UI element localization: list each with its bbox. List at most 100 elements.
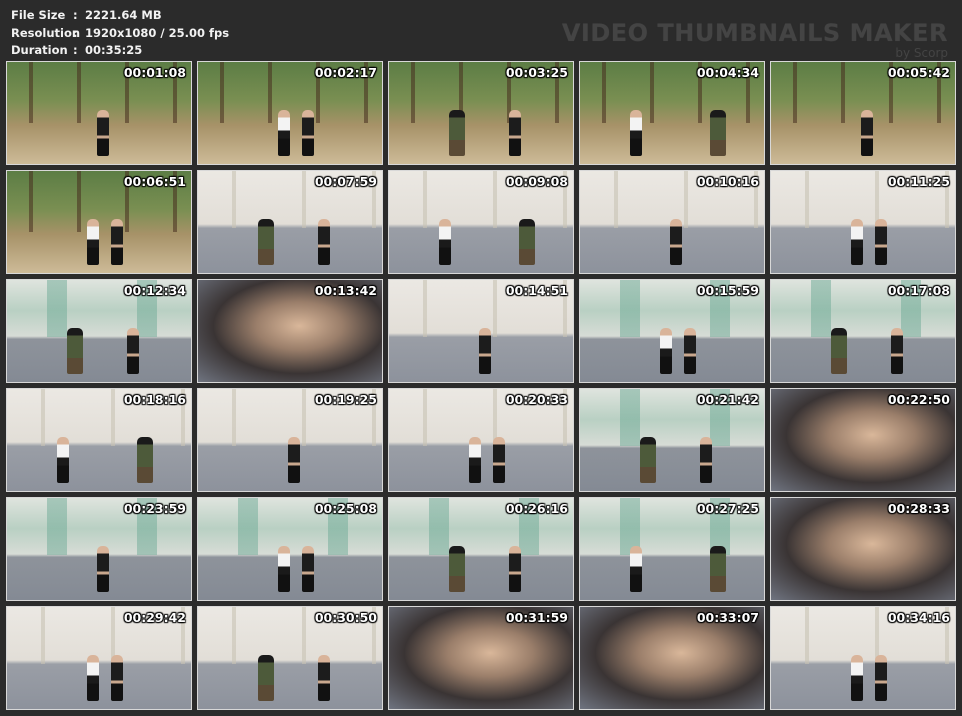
video-thumbnail[interactable]: 00:34:16 [770, 606, 956, 710]
thumbnail-grid: 00:01:08 00:02:17 00:03:25 00:04:34 00:05:42… [6, 61, 956, 710]
video-thumbnail[interactable]: 00:26:16 [388, 497, 574, 601]
person-silhouette [710, 546, 726, 592]
thumbnail-timestamp: 00:13:42 [314, 283, 377, 298]
video-thumbnail[interactable]: 00:13:42 [197, 279, 383, 383]
person-silhouette [87, 219, 99, 265]
thumbnail-timestamp: 00:05:42 [887, 65, 950, 80]
video-thumbnail[interactable]: 00:17:08 [770, 279, 956, 383]
thumbnail-timestamp: 00:07:59 [314, 174, 377, 189]
person-silhouette [111, 219, 123, 265]
person-silhouette [670, 219, 682, 265]
duration-row: Duration : 00:35:25 [11, 42, 229, 60]
thumbnail-timestamp: 00:12:34 [123, 283, 186, 298]
thumbnail-timestamp: 00:19:25 [314, 392, 377, 407]
video-thumbnail[interactable]: 00:10:16 [579, 170, 765, 274]
thumbnail-timestamp: 00:06:51 [123, 174, 186, 189]
file-size-value: 2221.64 MB [85, 8, 162, 22]
video-thumbnail[interactable]: 00:12:34 [6, 279, 192, 383]
video-thumbnail[interactable]: 00:01:08 [6, 61, 192, 165]
video-thumbnail[interactable]: 00:31:59 [388, 606, 574, 710]
person-silhouette [318, 219, 330, 265]
separator: : [73, 8, 78, 22]
thumbnail-timestamp: 00:29:42 [123, 610, 186, 625]
person-silhouette [258, 219, 274, 265]
branding-watermark: VIDEO THUMBNAILS MAKER by Scorp [562, 20, 948, 59]
video-thumbnail[interactable]: 00:19:25 [197, 388, 383, 492]
video-thumbnail[interactable]: 00:22:50 [770, 388, 956, 492]
video-thumbnail[interactable]: 00:18:16 [6, 388, 192, 492]
thumbnail-timestamp: 00:20:33 [505, 392, 568, 407]
video-thumbnail[interactable]: 00:09:08 [388, 170, 574, 274]
thumbnail-timestamp: 00:34:16 [887, 610, 950, 625]
person-silhouette [302, 110, 314, 156]
person-silhouette [710, 110, 726, 156]
file-info-panel: File Size : 2221.64 MB Resolution : 1920… [11, 7, 229, 60]
person-silhouette [111, 655, 123, 701]
thumbnail-timestamp: 00:26:16 [505, 501, 568, 516]
video-thumbnail[interactable]: 00:03:25 [388, 61, 574, 165]
resolution-row: Resolution : 1920x1080 / 25.00 fps [11, 25, 229, 43]
brand-title: VIDEO THUMBNAILS MAKER [561, 19, 948, 47]
video-thumbnail[interactable]: 00:14:51 [388, 279, 574, 383]
person-silhouette [278, 546, 290, 592]
thumbnail-timestamp: 00:01:08 [123, 65, 186, 80]
video-thumbnail[interactable]: 00:02:17 [197, 61, 383, 165]
brand-subtitle: by Scorp [895, 46, 948, 60]
video-thumbnail[interactable]: 00:05:42 [770, 61, 956, 165]
duration-label: Duration [11, 43, 68, 57]
video-thumbnail[interactable]: 00:11:25 [770, 170, 956, 274]
thumbnail-timestamp: 00:31:59 [505, 610, 568, 625]
person-silhouette [318, 655, 330, 701]
thumbnail-timestamp: 00:22:50 [887, 392, 950, 407]
thumbnail-timestamp: 00:30:50 [314, 610, 377, 625]
person-silhouette [630, 110, 642, 156]
person-silhouette [97, 110, 109, 156]
thumbnail-timestamp: 00:21:42 [696, 392, 759, 407]
duration-value: 00:35:25 [85, 43, 143, 57]
person-silhouette [302, 546, 314, 592]
resolution-value: 1920x1080 / 25.00 fps [85, 25, 230, 40]
thumbnail-timestamp: 00:25:08 [314, 501, 377, 516]
person-silhouette [875, 655, 887, 701]
video-thumbnail[interactable]: 00:04:34 [579, 61, 765, 165]
person-silhouette [891, 328, 903, 374]
video-thumbnail[interactable]: 00:06:51 [6, 170, 192, 274]
person-silhouette [851, 655, 863, 701]
person-silhouette [439, 219, 451, 265]
person-silhouette [640, 437, 656, 483]
thumbnail-timestamp: 00:15:59 [696, 283, 759, 298]
video-thumbnail[interactable]: 00:21:42 [579, 388, 765, 492]
video-thumbnail[interactable]: 00:28:33 [770, 497, 956, 601]
person-silhouette [87, 655, 99, 701]
file-size-label: File Size [11, 8, 66, 22]
person-silhouette [97, 546, 109, 592]
video-thumbnail[interactable]: 00:25:08 [197, 497, 383, 601]
video-thumbnail[interactable]: 00:33:07 [579, 606, 765, 710]
thumbnail-timestamp: 00:03:25 [505, 65, 568, 80]
person-silhouette [258, 655, 274, 701]
thumbnail-timestamp: 00:02:17 [314, 65, 377, 80]
thumbnail-timestamp: 00:11:25 [887, 174, 950, 189]
person-silhouette [519, 219, 535, 265]
video-thumbnail[interactable]: 00:29:42 [6, 606, 192, 710]
thumbnail-timestamp: 00:27:25 [696, 501, 759, 516]
video-thumbnail[interactable]: 00:07:59 [197, 170, 383, 274]
person-silhouette [67, 328, 83, 374]
resolution-label: Resolution [11, 25, 81, 40]
person-silhouette [57, 437, 69, 483]
thumbnail-timestamp: 00:09:08 [505, 174, 568, 189]
thumbnail-timestamp: 00:14:51 [505, 283, 568, 298]
thumbnail-timestamp: 00:23:59 [123, 501, 186, 516]
person-silhouette [831, 328, 847, 374]
video-thumbnail[interactable]: 00:20:33 [388, 388, 574, 492]
person-silhouette [684, 328, 696, 374]
video-thumbnail[interactable]: 00:15:59 [579, 279, 765, 383]
video-thumbnail[interactable]: 00:30:50 [197, 606, 383, 710]
person-silhouette [479, 328, 491, 374]
person-silhouette [700, 437, 712, 483]
separator: : [73, 25, 78, 40]
video-thumbnail[interactable]: 00:27:25 [579, 497, 765, 601]
person-silhouette [861, 110, 873, 156]
video-thumbnail[interactable]: 00:23:59 [6, 497, 192, 601]
person-silhouette [851, 219, 863, 265]
